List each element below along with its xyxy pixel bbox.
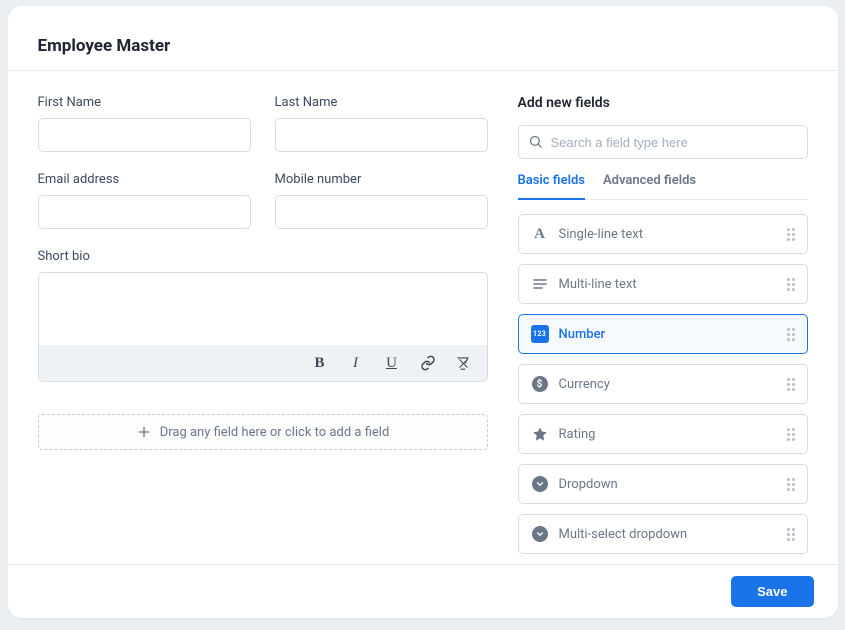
dropzone-label: Drag any field here or click to add a fi… xyxy=(160,425,390,440)
italic-icon[interactable]: I xyxy=(347,354,365,372)
search-input[interactable] xyxy=(518,125,808,159)
field-type-multi-line-text[interactable]: Multi-line text xyxy=(518,264,808,304)
field-type-currency[interactable]: $ Currency xyxy=(518,364,808,404)
star-icon xyxy=(531,425,549,443)
underline-icon[interactable]: U xyxy=(383,354,401,372)
last-name-input[interactable] xyxy=(275,118,488,152)
field-type-multi-select-dropdown[interactable]: Multi-select dropdown xyxy=(518,514,808,554)
field-type-dropdown[interactable]: Dropdown xyxy=(518,464,808,504)
field-type-rating[interactable]: Rating xyxy=(518,414,808,454)
form-canvas: First Name Last Name Email address Mobil… xyxy=(38,95,488,618)
mobile-input[interactable] xyxy=(275,195,488,229)
drag-handle-icon[interactable] xyxy=(787,228,795,241)
last-name-label: Last Name xyxy=(275,95,488,110)
field-type-number[interactable]: 123 Number xyxy=(518,314,808,354)
palette-title: Add new fields xyxy=(518,95,808,111)
clear-format-icon[interactable] xyxy=(455,354,473,372)
field-first-name: First Name xyxy=(38,95,251,152)
save-button[interactable]: Save xyxy=(731,576,813,607)
bio-editor: B I U xyxy=(38,272,488,382)
page-title: Employee Master xyxy=(38,36,808,56)
paragraph-icon xyxy=(531,275,549,293)
first-name-input[interactable] xyxy=(38,118,251,152)
tab-advanced-fields[interactable]: Advanced fields xyxy=(603,173,696,200)
drag-handle-icon[interactable] xyxy=(787,428,795,441)
multi-select-icon xyxy=(531,525,549,543)
plus-icon xyxy=(136,424,152,440)
drag-handle-icon[interactable] xyxy=(787,278,795,291)
field-search xyxy=(518,125,808,159)
field-email: Email address xyxy=(38,172,251,229)
email-input[interactable] xyxy=(38,195,251,229)
field-bio: Short bio B I U xyxy=(38,249,488,382)
header: Employee Master xyxy=(8,6,838,71)
dropdown-icon xyxy=(531,475,549,493)
field-last-name: Last Name xyxy=(275,95,488,152)
link-icon[interactable] xyxy=(419,354,437,372)
bio-label: Short bio xyxy=(38,249,488,264)
bold-icon[interactable]: B xyxy=(311,354,329,372)
first-name-label: First Name xyxy=(38,95,251,110)
drag-handle-icon[interactable] xyxy=(787,528,795,541)
body: First Name Last Name Email address Mobil… xyxy=(8,71,838,618)
tab-basic-fields[interactable]: Basic fields xyxy=(518,173,585,200)
form-builder-window: Employee Master First Name Last Name Ema… xyxy=(8,6,838,618)
email-label: Email address xyxy=(38,172,251,187)
rich-text-toolbar: B I U xyxy=(39,345,487,381)
drag-handle-icon[interactable] xyxy=(787,378,795,391)
field-mobile: Mobile number xyxy=(275,172,488,229)
drag-handle-icon[interactable] xyxy=(787,328,795,341)
currency-icon: $ xyxy=(531,375,549,393)
mobile-label: Mobile number xyxy=(275,172,488,187)
palette-tabs: Basic fields Advanced fields xyxy=(518,173,808,200)
footer: Save xyxy=(8,564,838,618)
bio-textarea[interactable] xyxy=(39,273,487,345)
field-list: A Single-line text Multi-line text 123 N… xyxy=(518,214,808,554)
dropzone[interactable]: Drag any field here or click to add a fi… xyxy=(38,414,488,450)
search-icon xyxy=(528,134,543,153)
field-palette: Add new fields Basic fields Advanced fie… xyxy=(518,95,808,618)
number-icon: 123 xyxy=(531,325,549,343)
drag-handle-icon[interactable] xyxy=(787,478,795,491)
field-type-single-line-text[interactable]: A Single-line text xyxy=(518,214,808,254)
text-icon: A xyxy=(531,225,549,243)
